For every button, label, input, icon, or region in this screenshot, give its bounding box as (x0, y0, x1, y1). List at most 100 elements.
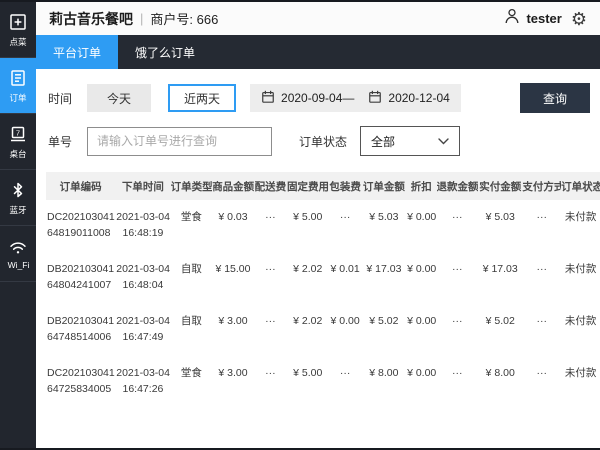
tab-eleme-orders[interactable]: 饿了么订单 (118, 35, 212, 69)
cell-paid-amount: ¥ 5.03 (478, 200, 522, 252)
cell-order-code: DB20210304164748514006 (46, 304, 115, 356)
cell-order-code: DC20210304164725834005 (46, 356, 115, 408)
sidebar: 点菜 订单 7 桌台 (0, 2, 36, 448)
recent-two-days-button[interactable]: 近两天 (168, 84, 236, 112)
table-header-cell: 实付金额 (478, 172, 522, 200)
table-header-cell: 下单时间 (115, 172, 170, 200)
date-end-picker[interactable]: 2020-12-04 (368, 89, 449, 107)
cell-goods-amount: ¥ 0.03 (212, 200, 254, 252)
title-divider: | (140, 11, 143, 26)
table-header-cell: 包装费 (329, 172, 362, 200)
order-list-icon (8, 68, 28, 88)
bluetooth-icon (8, 180, 28, 200)
cell-refund-amount: ··· (437, 200, 479, 252)
table-row[interactable]: DC20210304164725834005 2021-03-0416:47:2… (46, 356, 600, 408)
cell-fixed-fee: ¥ 2.02 (287, 304, 329, 356)
order-table: 订单编码下单时间订单类型商品金额配送费固定费用包装费订单金额折扣退款金额实付金额… (46, 172, 600, 408)
order-status-value: 全部 (371, 133, 395, 150)
cell-order-status: 未付款 (561, 356, 600, 408)
table-header-cell: 订单类型 (171, 172, 213, 200)
order-status-select[interactable]: 全部 (360, 126, 460, 156)
table-row[interactable]: DC20210304164819011008 2021-03-0416:48:1… (46, 200, 600, 252)
cell-packing-fee: ··· (329, 200, 362, 252)
sidebar-item-zhuotai[interactable]: 7 桌台 (0, 114, 36, 170)
table-header-cell: 商品金额 (212, 172, 254, 200)
restaurant-title: 莉古音乐餐吧 (49, 9, 133, 29)
sidebar-item-wifi[interactable]: Wi_Fi (0, 226, 36, 282)
settings-gear-icon[interactable]: ⚙ (571, 10, 587, 28)
table-header-cell: 折扣 (406, 172, 436, 200)
cell-order-amount: ¥ 8.00 (362, 356, 406, 408)
wifi-icon (8, 237, 28, 257)
cell-refund-amount: ··· (437, 356, 479, 408)
sidebar-item-label: 点菜 (9, 35, 26, 47)
cell-order-type: 自取 (171, 304, 213, 356)
sidebar-item-label: 订单 (9, 91, 26, 103)
cell-packing-fee: ¥ 0.00 (329, 304, 362, 356)
cell-order-type: 自取 (171, 252, 213, 304)
cell-goods-amount: ¥ 15.00 (212, 252, 254, 304)
table-header-cell: 订单状态 (561, 172, 600, 200)
sidebar-item-dingdan[interactable]: 订单 (0, 58, 36, 114)
cell-order-amount: ¥ 17.03 (362, 252, 406, 304)
order-no-filter-row: 单号 订单状态 全部 (48, 126, 590, 156)
cell-goods-amount: ¥ 3.00 (212, 356, 254, 408)
table-row[interactable]: DB20210304164748514006 2021-03-0416:47:4… (46, 304, 600, 356)
topbar: 莉古音乐餐吧 | 商户号: 666 tester ⚙ (36, 2, 600, 35)
table-header-row: 订单编码下单时间订单类型商品金额配送费固定费用包装费订单金额折扣退款金额实付金额… (46, 172, 600, 200)
table-header-cell: 订单编码 (46, 172, 115, 200)
tab-platform-orders[interactable]: 平台订单 (36, 35, 118, 69)
table-header-cell: 固定费用 (287, 172, 329, 200)
date-range-strip: 2020-09-04— 2020-12-04 (250, 84, 461, 112)
cell-order-type: 堂食 (171, 356, 213, 408)
cell-pay-method: ··· (522, 200, 561, 252)
table-header-cell: 支付方式 (522, 172, 561, 200)
user-menu[interactable]: tester (503, 7, 561, 30)
cell-fixed-fee: ¥ 5.00 (287, 200, 329, 252)
sidebar-item-diancai[interactable]: 点菜 (0, 2, 36, 58)
table-row[interactable]: DB20210304164804241007 2021-03-0416:48:0… (46, 252, 600, 304)
order-no-label: 单号 (48, 133, 72, 150)
cell-paid-amount: ¥ 5.02 (478, 304, 522, 356)
merchant-number: 商户号: 666 (150, 9, 218, 28)
cell-order-status: 未付款 (561, 304, 600, 356)
cell-discount: ¥ 0.00 (406, 356, 436, 408)
calendar-icon (368, 89, 382, 107)
calendar-icon (261, 89, 275, 107)
date-start-value: 2020-09-04— (281, 91, 354, 105)
table-seven-icon: 7 (8, 124, 28, 144)
cell-order-code: DC20210304164819011008 (46, 200, 115, 252)
orders-content: 时间 今天 近两天 2020-09-04— (36, 69, 600, 448)
date-start-picker[interactable]: 2020-09-04— (261, 89, 354, 107)
cell-order-time: 2021-03-0416:48:19 (115, 200, 170, 252)
cell-delivery-fee: ··· (254, 252, 287, 304)
cell-delivery-fee: ··· (254, 304, 287, 356)
svg-text:7: 7 (16, 128, 20, 137)
cell-discount: ¥ 0.00 (406, 252, 436, 304)
table-header-cell: 配送费 (254, 172, 287, 200)
cell-refund-amount: ··· (437, 304, 479, 356)
today-button[interactable]: 今天 (87, 84, 151, 112)
date-end-value: 2020-12-04 (388, 91, 449, 105)
cell-delivery-fee: ··· (254, 356, 287, 408)
cell-order-amount: ¥ 5.03 (362, 200, 406, 252)
sidebar-item-lanya[interactable]: 蓝牙 (0, 170, 36, 226)
order-no-input[interactable] (87, 127, 272, 156)
cell-order-code: DB20210304164804241007 (46, 252, 115, 304)
order-tabbar: 平台订单 饿了么订单 (36, 35, 600, 69)
cell-packing-fee: ··· (329, 356, 362, 408)
pos-app-window: 点菜 订单 7 桌台 (0, 0, 600, 450)
query-button[interactable]: 查询 (520, 83, 590, 113)
table-header-cell: 退款金额 (437, 172, 479, 200)
cell-packing-fee: ¥ 0.01 (329, 252, 362, 304)
cell-order-time: 2021-03-0416:47:26 (115, 356, 170, 408)
cell-paid-amount: ¥ 17.03 (478, 252, 522, 304)
topbar-right: tester ⚙ (503, 7, 587, 30)
cell-order-status: 未付款 (561, 252, 600, 304)
cell-order-type: 堂食 (171, 200, 213, 252)
plus-square-icon (8, 12, 28, 32)
username: tester (526, 11, 561, 26)
cell-paid-amount: ¥ 8.00 (478, 356, 522, 408)
chevron-down-icon (438, 134, 449, 148)
cell-order-amount: ¥ 5.02 (362, 304, 406, 356)
